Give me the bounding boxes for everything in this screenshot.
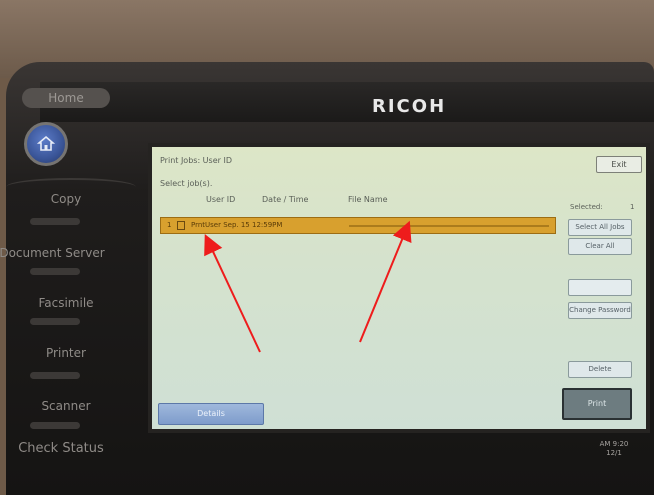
red-arrow-left bbox=[204, 233, 261, 353]
annotation-layer bbox=[204, 220, 412, 353]
red-arrow-right bbox=[359, 220, 412, 343]
